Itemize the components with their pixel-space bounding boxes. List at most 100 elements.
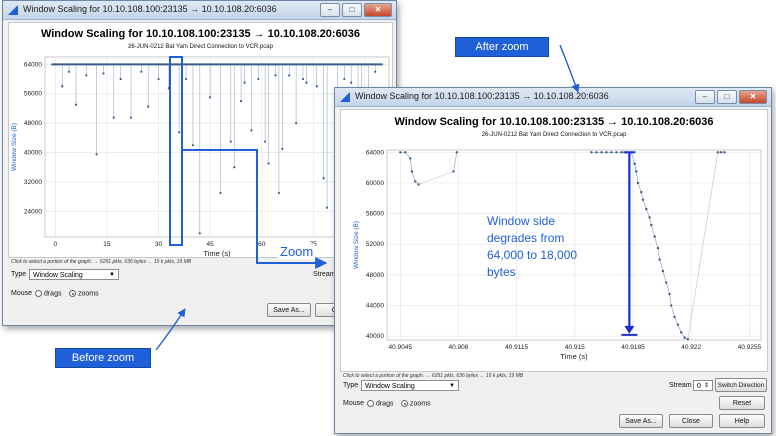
data-point (239, 99, 243, 103)
help-button[interactable]: Help (719, 414, 765, 428)
data-point (324, 63, 327, 66)
drags-radio[interactable] (367, 400, 374, 407)
data-point (633, 162, 636, 165)
type-select[interactable]: Window Scaling ▼ (361, 380, 459, 391)
y-tick-label: 64000 (366, 149, 384, 156)
data-point (74, 103, 78, 106)
data-point (640, 190, 643, 194)
data-point (252, 63, 255, 66)
x-tick-label: 40.915 (565, 344, 585, 351)
data-point (81, 63, 84, 66)
stream-spinbox[interactable]: 0 ⇕ (693, 380, 713, 391)
wireshark-fin-icon (340, 92, 350, 102)
data-point (195, 63, 198, 66)
data-point (345, 63, 347, 66)
data-point (668, 292, 671, 296)
minimize-button[interactable]: – (320, 3, 340, 17)
data-point (157, 77, 160, 81)
data-point (159, 63, 162, 66)
x-tick-label: 30 (155, 241, 163, 248)
data-point (231, 63, 234, 66)
title-bar[interactable]: Window Scaling for 10.10.108.100:23135 →… (3, 1, 396, 20)
y-tick-label: 56000 (366, 211, 384, 218)
reset-button[interactable]: Reset (719, 396, 765, 410)
data-point (241, 63, 244, 66)
save-as-button[interactable]: Save As... (619, 414, 663, 428)
data-point (243, 81, 246, 84)
data-point (118, 63, 120, 66)
close-window-button[interactable]: ✕ (364, 3, 392, 17)
mouse-drags-option[interactable]: drags (367, 400, 393, 407)
data-point (97, 63, 100, 66)
data-point (399, 151, 402, 154)
data-point (610, 151, 613, 154)
data-point (319, 63, 322, 66)
mouse-drags-option[interactable]: drags (35, 290, 61, 297)
title-bar[interactable]: Window Scaling for 10.10.108.100:23135 →… (335, 88, 771, 107)
zooms-label: zooms (409, 400, 431, 408)
close-button[interactable]: Close (669, 414, 713, 428)
window-title: Window Scaling for 10.10.108.100:23135 →… (23, 4, 277, 14)
data-point (288, 74, 291, 77)
zooms-radio[interactable] (69, 290, 76, 297)
data-point (233, 166, 236, 169)
data-point (661, 269, 665, 273)
data-point (154, 63, 156, 66)
type-select-value: Window Scaling (365, 383, 415, 390)
data-point (167, 87, 170, 90)
data-point (198, 232, 201, 235)
switch-direction-button[interactable]: Switch Direction (715, 378, 767, 392)
data-point (305, 81, 308, 84)
zooms-label: zooms (77, 290, 99, 298)
data-point (414, 180, 417, 183)
x-axis-label: Time (s) (560, 352, 588, 361)
data-point (410, 170, 414, 173)
data-point (723, 151, 726, 154)
data-point (455, 151, 459, 154)
data-point (404, 151, 407, 154)
type-select[interactable]: Window Scaling ▼ (29, 269, 119, 280)
data-point (329, 63, 332, 66)
data-point (50, 63, 53, 66)
drags-radio[interactable] (35, 290, 42, 297)
zooms-radio[interactable] (401, 400, 408, 407)
save-as-button[interactable]: Save As... (267, 303, 311, 317)
type-label: Type (11, 271, 27, 278)
minimize-button[interactable]: – (695, 90, 715, 104)
data-point (680, 331, 683, 334)
maximize-button[interactable]: □ (717, 90, 737, 104)
data-point (107, 63, 110, 66)
data-point (635, 170, 638, 173)
mouse-zooms-option[interactable]: zooms (69, 290, 99, 297)
data-point (210, 63, 213, 66)
data-point (169, 63, 172, 66)
data-point (178, 131, 181, 134)
data-point (676, 323, 680, 326)
zoom-label: Zoom (278, 244, 316, 259)
data-point (381, 63, 384, 66)
x-tick-label: 45 (207, 241, 215, 248)
data-point (636, 181, 640, 185)
data-point (658, 258, 661, 261)
x-tick-label: 40.9045 (389, 344, 413, 351)
data-point (112, 116, 115, 119)
data-point (138, 63, 141, 66)
drags-label: drags (43, 290, 62, 298)
stream-value: 0 (697, 383, 701, 390)
data-point (143, 63, 146, 66)
close-window-button[interactable]: ✕ (739, 90, 767, 104)
data-point (219, 191, 222, 195)
stream-label: Stream (669, 382, 692, 389)
data-point (370, 63, 373, 66)
data-point (355, 63, 358, 66)
data-point (452, 170, 455, 173)
data-point (665, 281, 668, 284)
data-point (128, 63, 131, 66)
stream-label: Stream (313, 271, 336, 278)
mouse-zooms-option[interactable]: zooms (401, 400, 431, 407)
data-point (374, 70, 377, 73)
mouse-label: Mouse (343, 400, 365, 407)
maximize-button[interactable]: □ (342, 3, 362, 17)
x-tick-label: 40.9185 (621, 344, 645, 351)
data-point (226, 63, 229, 66)
